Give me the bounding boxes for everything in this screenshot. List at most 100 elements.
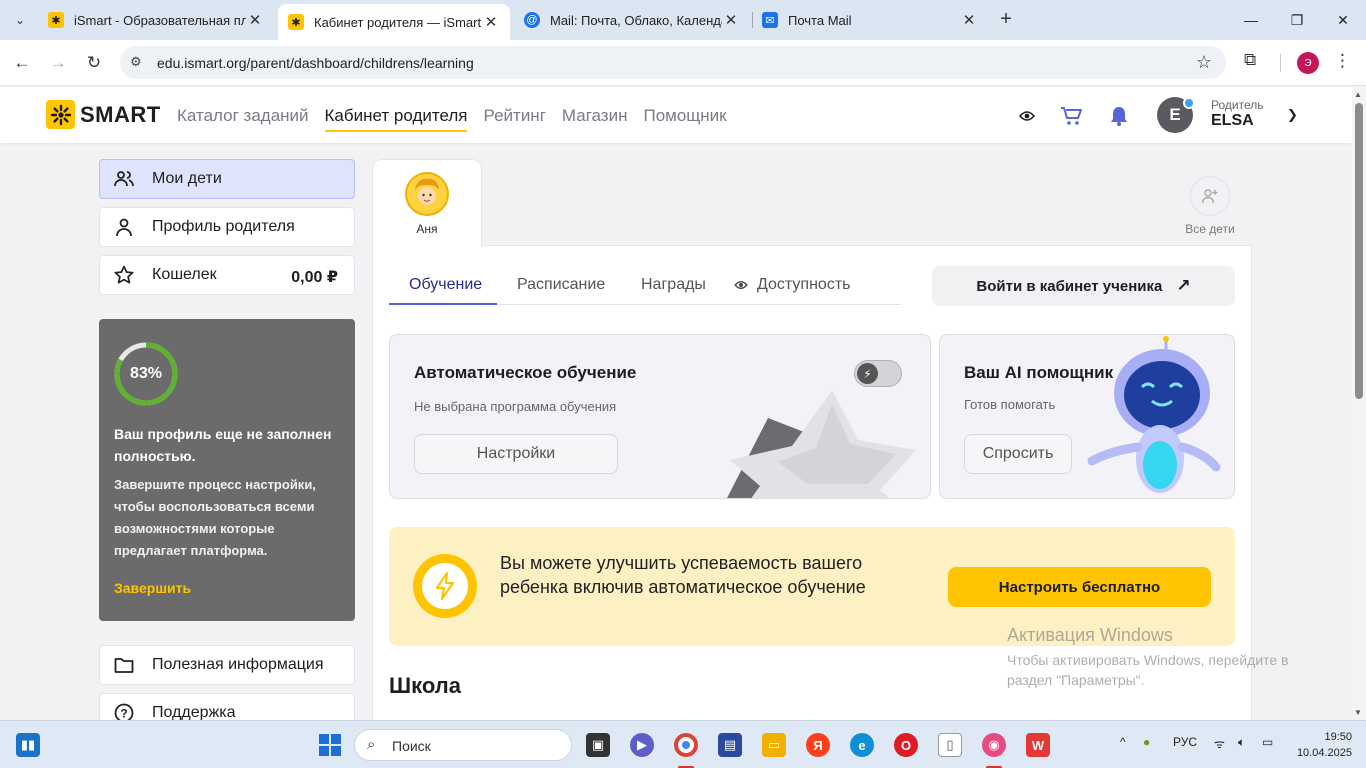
site-logo[interactable]: SMART (46, 100, 161, 129)
battery-icon[interactable]: ▭ (1262, 735, 1273, 749)
browser-menu-icon[interactable]: ⋮ (1334, 51, 1351, 71)
wps-office-icon[interactable]: W (1026, 733, 1050, 757)
ask-button[interactable]: Спросить (964, 434, 1072, 474)
opera-icon[interactable]: O (894, 733, 918, 757)
logo-text: SMART (80, 101, 161, 127)
volume-icon[interactable]: 🔈︎ (1238, 735, 1245, 750)
setup-free-button[interactable]: Настроить бесплатно (948, 567, 1211, 607)
scroll-up-arrow-icon[interactable]: ▲ (1354, 90, 1362, 99)
ismart-favicon-icon: ✱ (48, 12, 64, 28)
cart-icon[interactable] (1059, 104, 1083, 128)
blank-document-icon[interactable]: ▯ (938, 733, 962, 757)
nav-rating[interactable]: Рейтинг (483, 106, 545, 132)
nav-assistant[interactable]: Помощник (643, 106, 726, 132)
tab-title: Почта Mail (788, 12, 852, 28)
browser-toolbar: ← → ↻ ⚙ edu.ismart.org/parent/dashboard/… (0, 40, 1366, 86)
folder-icon (114, 658, 134, 673)
tab-label: Доступность (757, 276, 851, 293)
nav-catalog[interactable]: Каталог заданий (177, 106, 309, 132)
language-indicator[interactable]: РУС (1173, 735, 1197, 749)
sidebar-item-wallet[interactable]: Кошелек 0,00 ₽ (99, 255, 355, 295)
user-role: Родитель (1211, 98, 1264, 112)
chrome-icon[interactable] (674, 733, 698, 757)
nav-parent-cabinet[interactable]: Кабинет родителя (324, 106, 468, 132)
sidebar-item-parent-profile[interactable]: Профиль родителя (99, 207, 355, 247)
minimize-button[interactable]: — (1228, 0, 1274, 40)
edge-icon[interactable]: e (850, 733, 874, 757)
close-tab-icon[interactable]: ✕ (482, 13, 500, 31)
auto-learning-card (389, 334, 931, 499)
tab-search-button[interactable]: ⌄ (8, 8, 32, 32)
save-disk-icon[interactable]: ▤ (718, 733, 742, 757)
verified-badge-icon (1183, 97, 1195, 109)
tray-app-icon[interactable]: ● (1143, 735, 1150, 749)
auto-learning-toggle[interactable]: ⚡ (854, 360, 902, 387)
child-tab-anya[interactable]: Аня (372, 159, 482, 247)
all-children-button[interactable]: Все дети (1176, 176, 1244, 236)
child-name: Аня (416, 222, 438, 236)
widgets-icon[interactable]: ▮▮ (16, 733, 40, 757)
browser-tab-parent-cabinet[interactable]: ✱ Кабинет родителя — iSmart ✕ (278, 4, 510, 40)
browser-tab-ismart[interactable]: ✱ iSmart - Образовательная пла ✕ (38, 4, 274, 36)
eye-icon (734, 281, 748, 289)
bell-icon[interactable] (1107, 104, 1131, 128)
forward-arrow-icon[interactable]: → (45, 50, 71, 76)
chrome-canary-icon[interactable]: ◉ (982, 733, 1006, 757)
scroll-down-arrow-icon[interactable]: ▼ (1354, 708, 1362, 717)
taskbar-clock[interactable]: 19:50 10.04.2025 (1290, 729, 1352, 761)
chevron-down-icon[interactable]: ❯ (1287, 107, 1298, 123)
ai-helper-title: Ваш AI помощник (964, 363, 1114, 382)
add-person-icon (1190, 176, 1230, 216)
sidebar-item-my-children[interactable]: Мои дети (99, 159, 355, 199)
user-name[interactable]: ELSA (1211, 112, 1254, 130)
scrollbar-thumb[interactable] (1355, 103, 1363, 399)
sidebar-item-support[interactable]: ? Поддержка (99, 693, 355, 720)
finish-profile-link[interactable]: Завершить (114, 580, 191, 596)
enter-student-cabinet-button[interactable]: Войти в кабинет ученика ↗ (932, 266, 1235, 306)
back-arrow-icon[interactable]: ← (9, 50, 35, 76)
profile-card-description: Завершите процесс настройки, чтобы воспо… (114, 477, 316, 558)
restore-button[interactable]: ❐ (1274, 0, 1320, 40)
tab-title: Кабинет родителя — iSmart (314, 14, 482, 30)
sidebar-item-label: Мои дети (152, 170, 222, 187)
close-window-button[interactable]: ✕ (1320, 0, 1366, 40)
search-icon: ⌕ (367, 736, 376, 753)
button-label: Войти в кабинет ученика (976, 277, 1163, 295)
browser-tab-mail[interactable]: ✉ Почта Mail ✕ (752, 4, 988, 36)
sidebar-item-useful-info[interactable]: Полезная информация (99, 645, 355, 685)
wifi-icon[interactable]: ᯤ (1214, 735, 1225, 752)
close-tab-icon[interactable]: ✕ (960, 11, 978, 29)
close-tab-icon[interactable]: ✕ (246, 11, 264, 29)
section-title-school: Школа (389, 673, 461, 698)
search-placeholder: Поиск (392, 738, 431, 754)
taskbar-search[interactable]: ⌕ Поиск (354, 729, 572, 761)
task-view-icon[interactable]: ▣ (586, 733, 610, 757)
nav-shop[interactable]: Магазин (562, 106, 628, 132)
file-explorer-icon[interactable]: ▭ (762, 733, 786, 757)
tab-accessibility[interactable]: Доступность (734, 276, 850, 294)
tray-chevron-up-icon[interactable]: ^ (1120, 735, 1126, 749)
site-info-icon[interactable]: ⚙ (130, 54, 142, 70)
eye-icon[interactable] (1015, 104, 1039, 128)
start-windows-icon[interactable] (318, 733, 342, 757)
arrow-up-right-icon: ↗ (1176, 276, 1191, 295)
settings-button[interactable]: Настройки (414, 434, 618, 474)
bookmark-star-icon[interactable]: ☆ (1196, 52, 1212, 73)
windows-taskbar: ▮▮ ⌕ Поиск ▣ ▶ ▤ ▭ Я e O ▯ ◉ W ^ ● РУС ᯤ… (0, 720, 1366, 768)
address-bar[interactable]: ⚙ edu.ismart.org/parent/dashboard/childr… (120, 46, 1226, 79)
tab-schedule[interactable]: Расписание (517, 276, 605, 294)
browser-profile-avatar[interactable]: Э (1297, 52, 1319, 74)
browser-tab-mail-cloud[interactable]: @ Mail: Почта, Облако, Календар ✕ (514, 4, 750, 36)
robot-mascot-icon (1087, 336, 1221, 493)
yandex-browser-icon[interactable]: Я (806, 733, 830, 757)
new-tab-button[interactable]: + (994, 8, 1018, 32)
reload-icon[interactable]: ↻ (81, 50, 107, 76)
teams-chat-icon[interactable]: ▶ (630, 733, 654, 757)
close-tab-icon[interactable]: ✕ (722, 11, 740, 29)
tab-rewards[interactable]: Награды (641, 276, 706, 294)
tab-learning[interactable]: Обучение (409, 276, 482, 294)
extensions-puzzle-icon[interactable]: ⧉ (1244, 50, 1256, 70)
svg-text:?: ? (120, 707, 127, 721)
url-text[interactable]: edu.ismart.org/parent/dashboard/children… (157, 55, 474, 71)
person-icon (116, 218, 132, 237)
